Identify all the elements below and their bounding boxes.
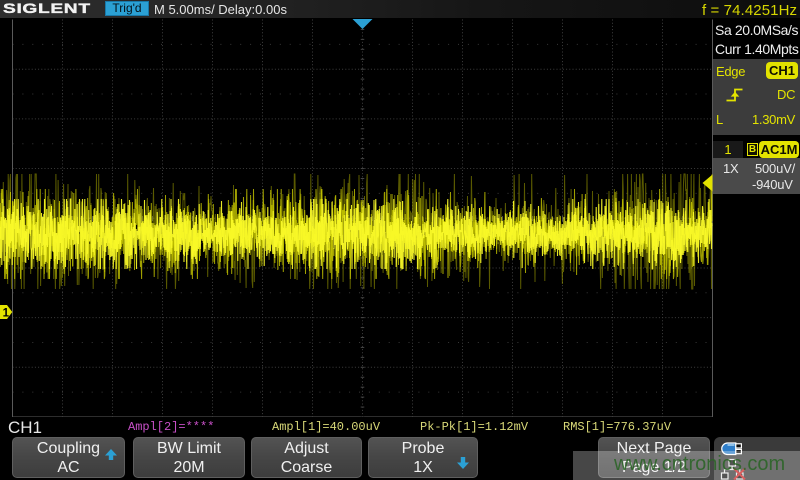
svg-text:1: 1 [3,308,10,320]
